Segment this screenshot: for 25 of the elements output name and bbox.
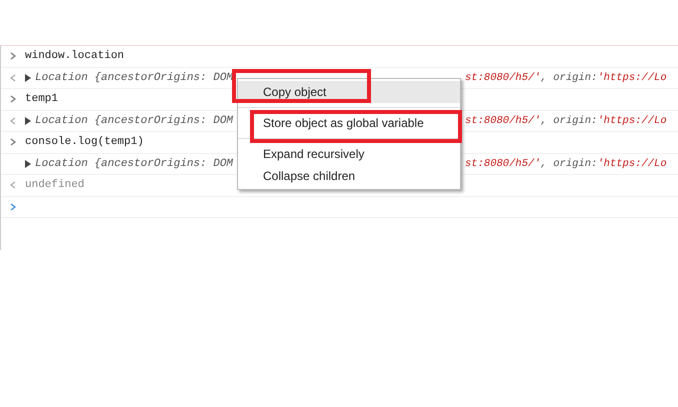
command-text: console.log(temp1) [25,136,144,148]
string-value: st:8080/h5/' [465,72,541,84]
menu-item[interactable]: Collapse children [238,165,460,187]
string-value: st:8080/h5/' [465,158,541,170]
command-text: window.location [25,50,124,62]
menu-item[interactable]: Expand recursively [238,143,460,165]
prompt-chevron-icon [10,52,16,60]
expand-triangle-icon[interactable] [25,116,31,125]
prompt-chevron-icon [10,202,16,211]
command-text: temp1 [25,93,58,106]
expand-triangle-icon[interactable] [25,160,31,168]
string-value: 'https://Lo [597,72,667,84]
property-name: , origin: [540,114,598,127]
string-value: 'https://Lo [597,114,667,127]
object-preview: Location {ancestorOrigins: DOM [35,114,234,127]
expand-triangle-icon[interactable] [25,74,31,82]
property-name: , origin: [540,72,598,84]
object-preview: Location {ancestorOrigins: DOM [35,158,234,170]
menu-item[interactable]: Store object as global variable [238,112,460,134]
prompt-chevron-icon [10,138,16,146]
string-value: st:8080/h5/' [465,114,541,127]
return-value: undefined [25,179,84,192]
property-name: , origin: [540,158,598,170]
prompt-chevron-icon [10,95,16,104]
string-value: 'https://Lo [597,158,667,170]
